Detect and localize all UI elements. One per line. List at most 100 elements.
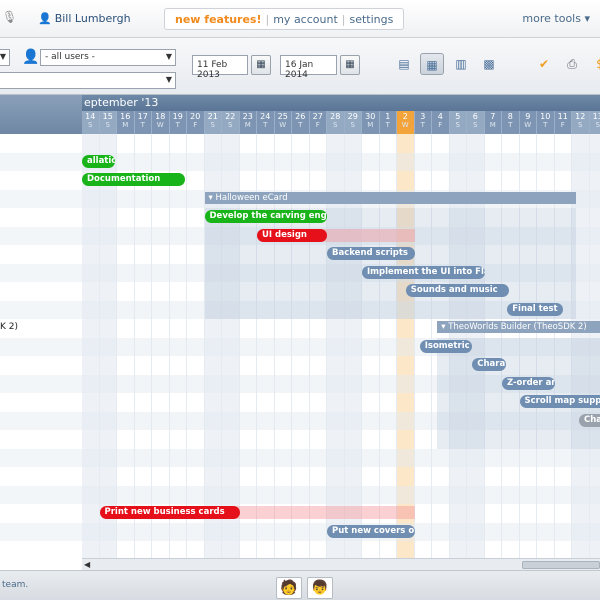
- task-bar[interactable]: Documentation: [82, 173, 186, 186]
- top-bar: 🎙 👤 Bill Lumbergh new features! | my acco…: [0, 0, 600, 38]
- day-number: 11: [557, 112, 568, 121]
- new-features-link[interactable]: new features!: [171, 13, 266, 26]
- day-header-cell: 29 S: [344, 111, 362, 134]
- weekday-letter: T: [263, 121, 268, 129]
- task-list-row[interactable]: [0, 504, 82, 523]
- task-list-row[interactable]: [0, 356, 82, 375]
- task-list-row[interactable]: [0, 430, 82, 449]
- task-bar[interactable]: Isometric e: [419, 339, 473, 353]
- task-bar[interactable]: Put new covers on: [327, 524, 415, 538]
- my-account-link[interactable]: my account: [269, 13, 342, 26]
- day-header-cell: 12 S: [572, 111, 590, 134]
- export-icon[interactable]: $: [590, 54, 600, 74]
- task-list-row[interactable]: [0, 152, 82, 171]
- scroll-left-icon[interactable]: ◀: [84, 560, 90, 569]
- day-header-cell: 10 T: [537, 111, 555, 134]
- chevron-down-icon: ▼: [0, 52, 6, 61]
- avatar[interactable]: 👦: [307, 577, 333, 599]
- day-number: 20: [190, 112, 201, 121]
- week-view-icon[interactable]: ▥: [449, 53, 473, 75]
- day-header-cell: 25 W: [275, 111, 292, 134]
- day-number: 25: [277, 112, 288, 121]
- task-bar[interactable]: UI design: [257, 228, 327, 242]
- weekday-letter: T: [508, 121, 513, 129]
- task-bar[interactable]: Z-order an: [502, 376, 555, 390]
- end-date-input[interactable]: 16 Jan 2014: [280, 55, 337, 80]
- avatar[interactable]: 🧑: [276, 577, 302, 599]
- scroll-thumb[interactable]: [522, 561, 600, 569]
- weekday-letter: M: [367, 121, 374, 129]
- microphone-icon[interactable]: 🎙: [2, 10, 17, 26]
- task-list-header: [0, 95, 82, 134]
- task-list-row[interactable]: [0, 226, 82, 245]
- task-list-row[interactable]: [0, 189, 82, 208]
- task-bar[interactable]: Sounds and music: [405, 284, 509, 297]
- day-number: 24: [260, 112, 271, 121]
- task-list-row[interactable]: [0, 282, 82, 301]
- day-number: 17: [137, 112, 148, 121]
- grid-view-icon[interactable]: ▦: [420, 53, 444, 75]
- print-icon[interactable]: ⎙: [562, 54, 582, 74]
- grid-row: [82, 152, 600, 171]
- start-date-input[interactable]: 11 Feb 2013: [192, 55, 248, 80]
- day-header-cell: 30 M: [362, 111, 380, 134]
- list-view-icon[interactable]: ▤: [392, 53, 416, 75]
- day-number: 8: [507, 112, 513, 121]
- day-header-cell: 19 T: [170, 111, 187, 134]
- horizontal-scrollbar[interactable]: ◀: [82, 558, 600, 570]
- weekday-letter: T: [298, 121, 303, 129]
- weekday-letter: W: [279, 121, 287, 129]
- task-list-row[interactable]: [0, 393, 82, 412]
- weekday-letter: T: [543, 121, 548, 129]
- day-header-cell: 7M: [485, 111, 502, 134]
- task-list-row[interactable]: [0, 208, 82, 227]
- task-bar[interactable]: Print new business cards: [99, 506, 240, 519]
- task-bar[interactable]: Cha: [579, 413, 600, 427]
- gantt-grid[interactable]: allation Documentation Halloween eCard Deve…: [82, 134, 600, 558]
- users-select[interactable]: - all users - ▼: [40, 49, 176, 66]
- weekday-letter: F: [315, 121, 320, 129]
- user-menu[interactable]: 👤 Bill Lumbergh: [38, 12, 131, 25]
- task-bar[interactable]: Final test: [507, 302, 564, 316]
- task-list-row[interactable]: K 2): [0, 319, 82, 338]
- task-list-row[interactable]: [0, 300, 82, 319]
- day-number: 27: [312, 112, 323, 121]
- day-header-cell: 9W: [520, 111, 537, 134]
- task-list-row[interactable]: [0, 337, 82, 356]
- task-bar[interactable]: Develop the carving engine: [204, 210, 327, 223]
- gantt-timeline: eptember '13 14 S 15 S 16 M 17 T 18 W 19 T 20 F 21 S 22 S…: [82, 95, 600, 558]
- task-bar[interactable]: Scroll map suppo: [519, 395, 600, 408]
- checkmark-icon[interactable]: ✔: [534, 54, 554, 74]
- project-summary-bar[interactable]: Halloween eCard: [204, 191, 576, 204]
- task-bar[interactable]: Implement the UI into Flash: [362, 265, 485, 279]
- project-select[interactable]: ▼: [0, 72, 176, 89]
- task-list-row[interactable]: [0, 448, 82, 467]
- task-list-row[interactable]: [0, 374, 82, 393]
- day-number: 1: [385, 112, 391, 121]
- day-number: 26: [295, 112, 306, 121]
- calendar-icon[interactable]: ▦: [251, 55, 271, 75]
- weekday-letter: S: [578, 121, 583, 129]
- more-tools-menu[interactable]: more tools ▾: [522, 12, 590, 25]
- weekday-letter: W: [524, 121, 532, 129]
- task-list-row[interactable]: [0, 411, 82, 430]
- day-header-cell: 4F: [432, 111, 450, 134]
- task-bar[interactable]: Chara: [472, 358, 506, 371]
- task-list-row[interactable]: [0, 522, 82, 541]
- left-dropdown[interactable]: ▼: [0, 49, 10, 66]
- settings-link[interactable]: settings: [345, 13, 397, 26]
- month-view-icon[interactable]: ▩: [477, 53, 501, 75]
- task-list-row[interactable]: [0, 263, 82, 282]
- task-bar[interactable]: Backend scripts: [327, 247, 415, 260]
- project-summary-bar[interactable]: TheoWorlds Builder (TheoSDK 2): [437, 321, 600, 333]
- task-list-row[interactable]: [0, 134, 82, 153]
- day-header-cell: 14 S: [82, 111, 100, 134]
- day-number: 22: [225, 112, 236, 121]
- task-bar[interactable]: allation: [82, 154, 116, 168]
- task-list-row[interactable]: [0, 171, 82, 190]
- calendar-icon[interactable]: ▦: [340, 55, 360, 75]
- task-list-row[interactable]: [0, 485, 82, 504]
- task-list-row[interactable]: [0, 467, 82, 486]
- weekday-letter: T: [140, 121, 145, 129]
- task-list-row[interactable]: [0, 245, 82, 264]
